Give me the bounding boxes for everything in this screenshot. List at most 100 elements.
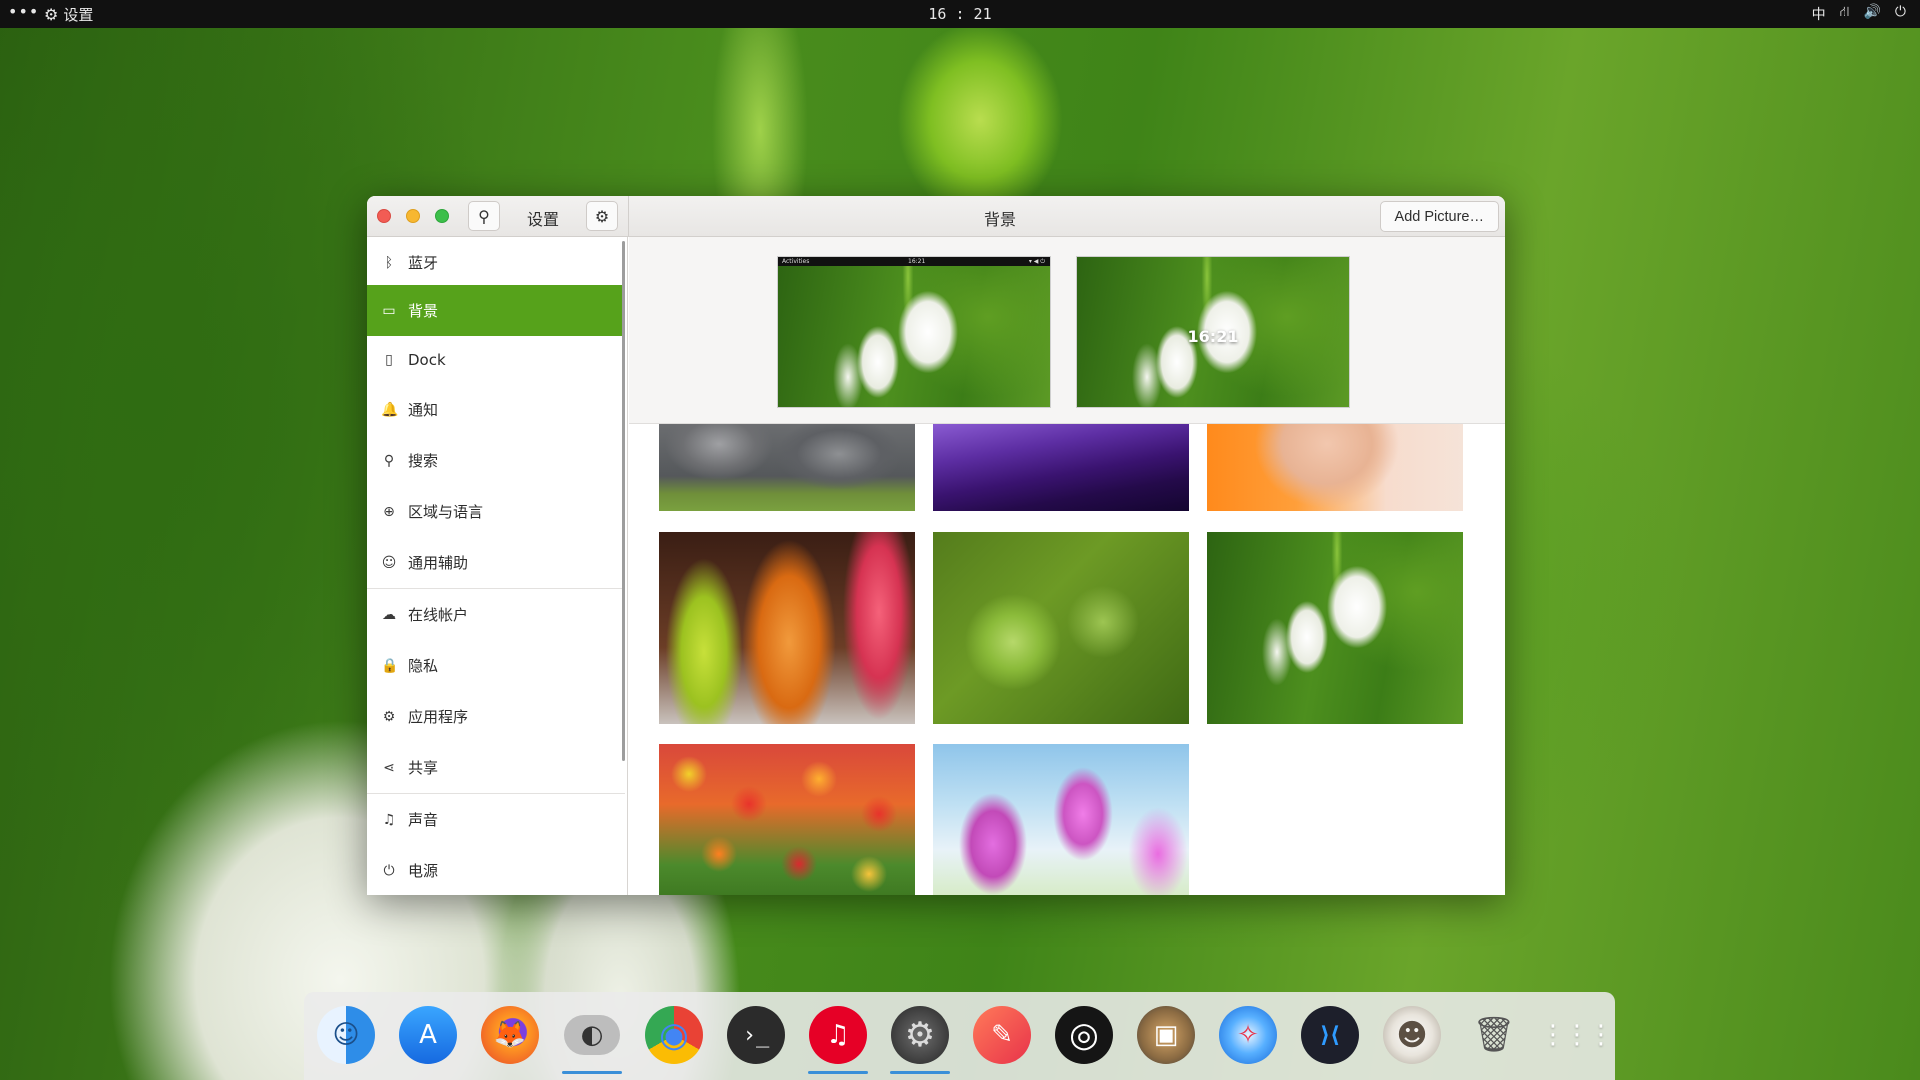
dock-item-vscode[interactable]: ⟩⟨	[1299, 1004, 1361, 1066]
network-icon[interactable]: ⛙	[1840, 4, 1850, 24]
package-icon: ▣	[1137, 1006, 1195, 1064]
wallpaper-thumbnail-koala[interactable]	[659, 424, 915, 511]
wallpaper-thumbnail-tulips[interactable]	[659, 744, 915, 895]
toggle-app-icon: ◐	[564, 1015, 620, 1055]
chrome-icon: ◉	[645, 1006, 703, 1064]
wallpaper-thumbnail-snowdrops[interactable]	[1207, 532, 1463, 724]
sidebar-item-privacy[interactable]: 🔒 隐私	[367, 640, 625, 691]
sidebar-item-search[interactable]: ⚲ 搜索	[367, 435, 625, 486]
wallpaper-thumbnail-purple-hills[interactable]	[933, 424, 1189, 511]
music-icon: ♫	[382, 811, 396, 828]
activities-dots[interactable]: •••	[8, 2, 39, 21]
sidebar-item-region[interactable]: ⊕ 区域与语言	[367, 486, 625, 537]
sidebar-item-bluetooth[interactable]: ᛒ 蓝牙	[367, 237, 625, 288]
system-tray[interactable]: 中 ⛙ 🔊 ⏻	[1812, 4, 1906, 24]
dock-item-pencil-app[interactable]: ✎	[971, 1004, 1033, 1066]
trash-icon: 🗑	[1472, 1015, 1516, 1055]
background-panel: Activities 16:21 ▾ ◀ ⏻ 16:21	[629, 237, 1505, 895]
accessibility-icon: ☺	[381, 554, 397, 571]
dock-item-gimp[interactable]: ☻	[1381, 1004, 1443, 1066]
page-title: 背景	[983, 210, 1016, 229]
settings-icon: ⚙	[891, 1006, 949, 1064]
sidebar-item-label: 应用程序	[408, 708, 469, 726]
running-indicator	[562, 1071, 622, 1074]
vscode-icon: ⟩⟨	[1301, 1006, 1359, 1064]
desktop-background-preview[interactable]: Activities 16:21 ▾ ◀ ⏻	[777, 256, 1051, 408]
wallpaper-thumbnail-woman[interactable]	[1207, 424, 1463, 511]
apps-icon: ⚙	[382, 708, 396, 725]
safari-icon: ✧	[1219, 1006, 1277, 1064]
dock-item-firefox[interactable]: 🦊	[479, 1004, 541, 1066]
preview-clock: 16:21	[908, 258, 926, 265]
volume-icon[interactable]: 🔊	[1863, 4, 1880, 24]
sidebar-scrollbar[interactable]	[622, 241, 625, 761]
app-menu[interactable]: ⚙ 设置	[44, 4, 93, 25]
dock-item-package[interactable]: ▣	[1135, 1004, 1197, 1066]
preview-tray: ▾ ◀ ⏻	[1028, 258, 1045, 265]
finder-icon: ☺	[317, 1006, 375, 1064]
obs-icon: ◎	[1055, 1006, 1113, 1064]
maximize-button[interactable]	[435, 209, 449, 223]
input-method-indicator[interactable]: 中	[1812, 4, 1826, 24]
sidebar-item-label: Dock	[408, 350, 446, 369]
wallpaper-thumbnail-pink-tulips[interactable]	[933, 744, 1189, 895]
sidebar-item-online-accounts[interactable]: ☁ 在线帐户	[367, 589, 625, 640]
dock-item-app-grid[interactable]: ⋮⋮⋮	[1540, 1004, 1614, 1066]
preview-top-bar: Activities 16:21 ▾ ◀ ⏻	[778, 257, 1050, 266]
search-icon: ⚲	[478, 206, 490, 226]
sidebar-item-label: 通用辅助	[408, 554, 469, 572]
power-icon: ⏻	[383, 862, 395, 879]
clock[interactable]: 16 : 21	[928, 5, 991, 23]
add-picture-button[interactable]: Add Picture…	[1379, 201, 1499, 232]
wallpaper-thumbnail-grapes[interactable]	[933, 532, 1189, 724]
sidebar-item-applications[interactable]: ⚙ 应用程序	[367, 691, 625, 742]
dock-item-obs[interactable]: ◎	[1053, 1004, 1115, 1066]
sidebar-item-label: 背景	[408, 302, 439, 320]
menu-button[interactable]: ⚙	[586, 201, 618, 231]
sidebar-item-label: 区域与语言	[408, 503, 484, 521]
dock-item-terminal[interactable]: ›_	[725, 1004, 787, 1066]
sidebar-item-power[interactable]: ⏻ 电源	[367, 845, 625, 895]
sidebar-item-label: 搜索	[408, 452, 439, 470]
close-button[interactable]	[377, 209, 391, 223]
gear-icon: ⚙	[44, 5, 59, 24]
lock-screen-preview[interactable]: 16:21	[1076, 256, 1350, 408]
power-icon[interactable]: ⏻	[1895, 4, 1906, 24]
sidebar-item-label: 电源	[408, 862, 439, 880]
sidebar-item-notifications[interactable]: 🔔 通知	[367, 384, 625, 435]
sidebar-item-sound[interactable]: ♫ 声音	[367, 794, 625, 845]
sidebar-item-background[interactable]: ▭ 背景	[367, 285, 625, 336]
dock-item-finder[interactable]: ☺	[315, 1004, 377, 1066]
firefox-icon: 🦊	[481, 1006, 539, 1064]
sidebar-item-accessibility[interactable]: ☺ 通用辅助	[367, 537, 625, 588]
sidebar-item-dock[interactable]: ▯ Dock	[367, 334, 625, 385]
dock-item-app-store[interactable]: A	[397, 1004, 459, 1066]
gimp-icon: ☻	[1383, 1006, 1441, 1064]
sidebar-item-label: 蓝牙	[408, 254, 439, 272]
top-bar: ••• ⚙ 设置 16 : 21 中 ⛙ 🔊 ⏻	[0, 0, 1920, 28]
app-store-icon: A	[399, 1006, 457, 1064]
header-bar: ⚲ 设置 ⚙ 背景 Add Picture…	[367, 196, 1505, 237]
dock-item-trash[interactable]: 🗑	[1463, 1004, 1525, 1066]
minimize-button[interactable]	[406, 209, 420, 223]
settings-window: ⚲ 设置 ⚙ 背景 Add Picture… ᛒ 蓝牙 ▭ 背景 ▯ Dock …	[367, 196, 1505, 895]
sidebar-item-label: 声音	[408, 811, 439, 829]
wallpaper-thumbnail-bottles[interactable]	[659, 532, 915, 724]
dock-item-toggle-app[interactable]: ◐	[561, 1004, 623, 1074]
display-icon: ▭	[382, 302, 396, 319]
sidebar-item-label: 通知	[408, 401, 439, 419]
netease-music-icon: ♫	[809, 1006, 867, 1064]
dock-item-netease-music[interactable]: ♫	[807, 1004, 869, 1074]
bluetooth-icon: ᛒ	[384, 254, 394, 271]
dock-item-settings[interactable]: ⚙	[889, 1004, 951, 1074]
preview-activities: Activities	[782, 258, 810, 265]
lock-icon: 🔒	[381, 657, 399, 674]
sidebar-item-sharing[interactable]: ⋖ 共享	[367, 742, 625, 793]
lock-screen-time: 16:21	[1187, 327, 1239, 346]
dock-item-chrome[interactable]: ◉	[643, 1004, 705, 1066]
search-button[interactable]: ⚲	[468, 201, 500, 231]
dock-item-safari[interactable]: ✧	[1217, 1004, 1279, 1066]
gear-icon: ⚙	[594, 206, 610, 226]
running-indicator	[890, 1071, 950, 1074]
sidebar-title: 设置	[527, 210, 560, 229]
